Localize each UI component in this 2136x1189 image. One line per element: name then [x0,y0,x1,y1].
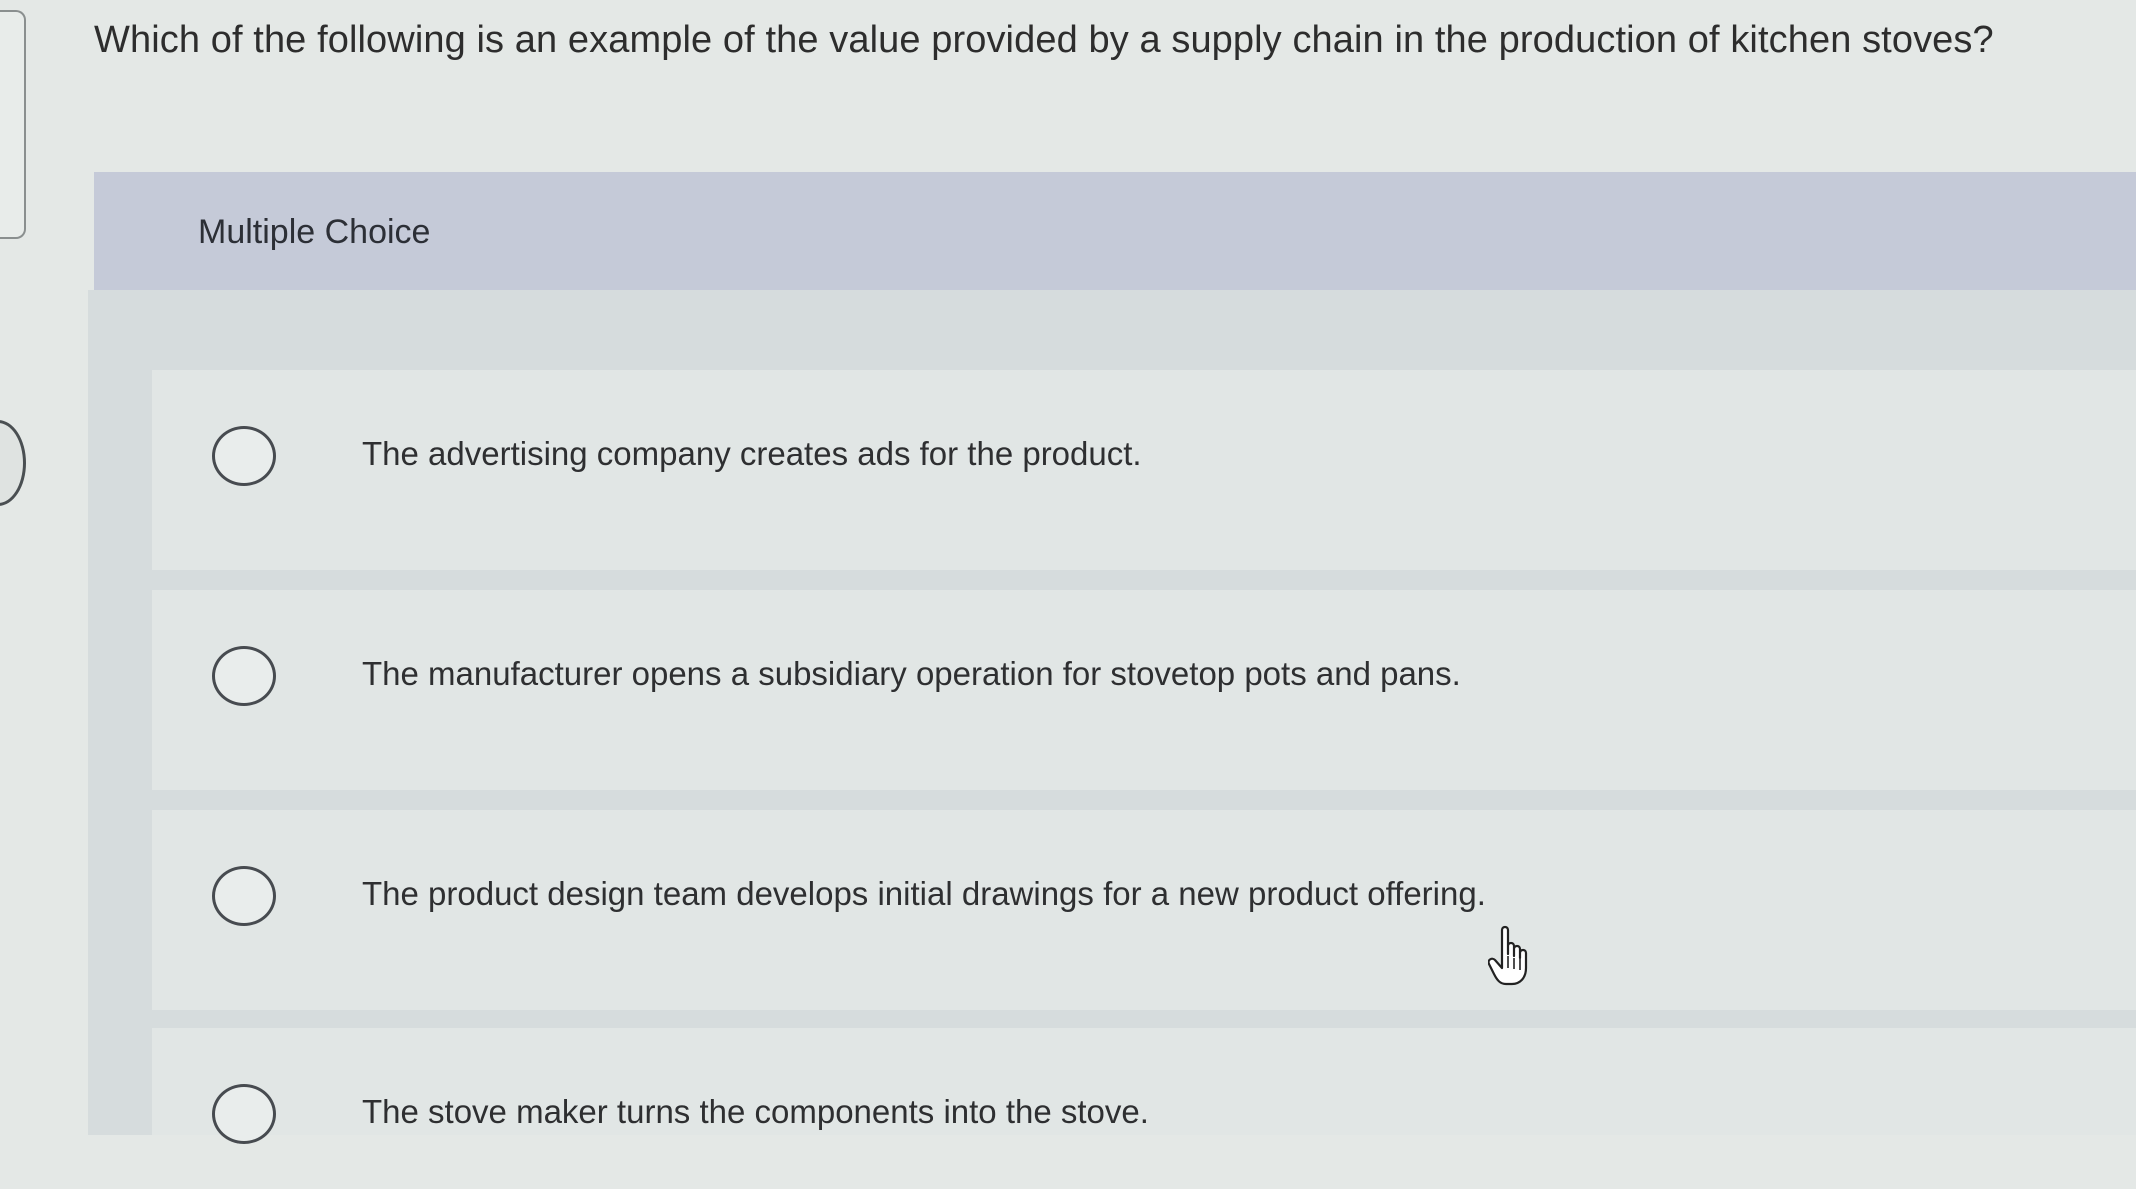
choice-option-1[interactable]: The advertising company creates ads for … [152,370,2136,570]
choices-container: The advertising company creates ads for … [88,290,2136,1144]
choice-option-3[interactable]: The product design team develops initial… [152,810,2136,1010]
multiple-choice-header: Multiple Choice [94,172,2136,290]
left-nav-handle[interactable] [0,420,26,506]
left-panel-tab[interactable] [0,10,26,239]
choice-option-2[interactable]: The manufacturer opens a subsidiary oper… [152,590,2136,790]
choice-option-text: The advertising company creates ads for … [362,435,1142,472]
radio-unselected-icon[interactable] [212,866,276,926]
multiple-choice-label: Multiple Choice [198,213,431,251]
choice-option-text: The product design team develops initial… [362,875,1486,912]
choice-option-4[interactable]: The stove maker turns the components int… [152,1028,2136,1144]
question-text: Which of the following is an example of … [94,19,1994,61]
radio-unselected-icon[interactable] [212,1084,276,1144]
choice-option-text: The stove maker turns the components int… [362,1093,1149,1130]
hand-pointer-icon [1488,925,1528,986]
radio-unselected-icon[interactable] [212,646,276,706]
choice-option-text: The manufacturer opens a subsidiary oper… [362,655,1461,692]
radio-unselected-icon[interactable] [212,426,276,486]
